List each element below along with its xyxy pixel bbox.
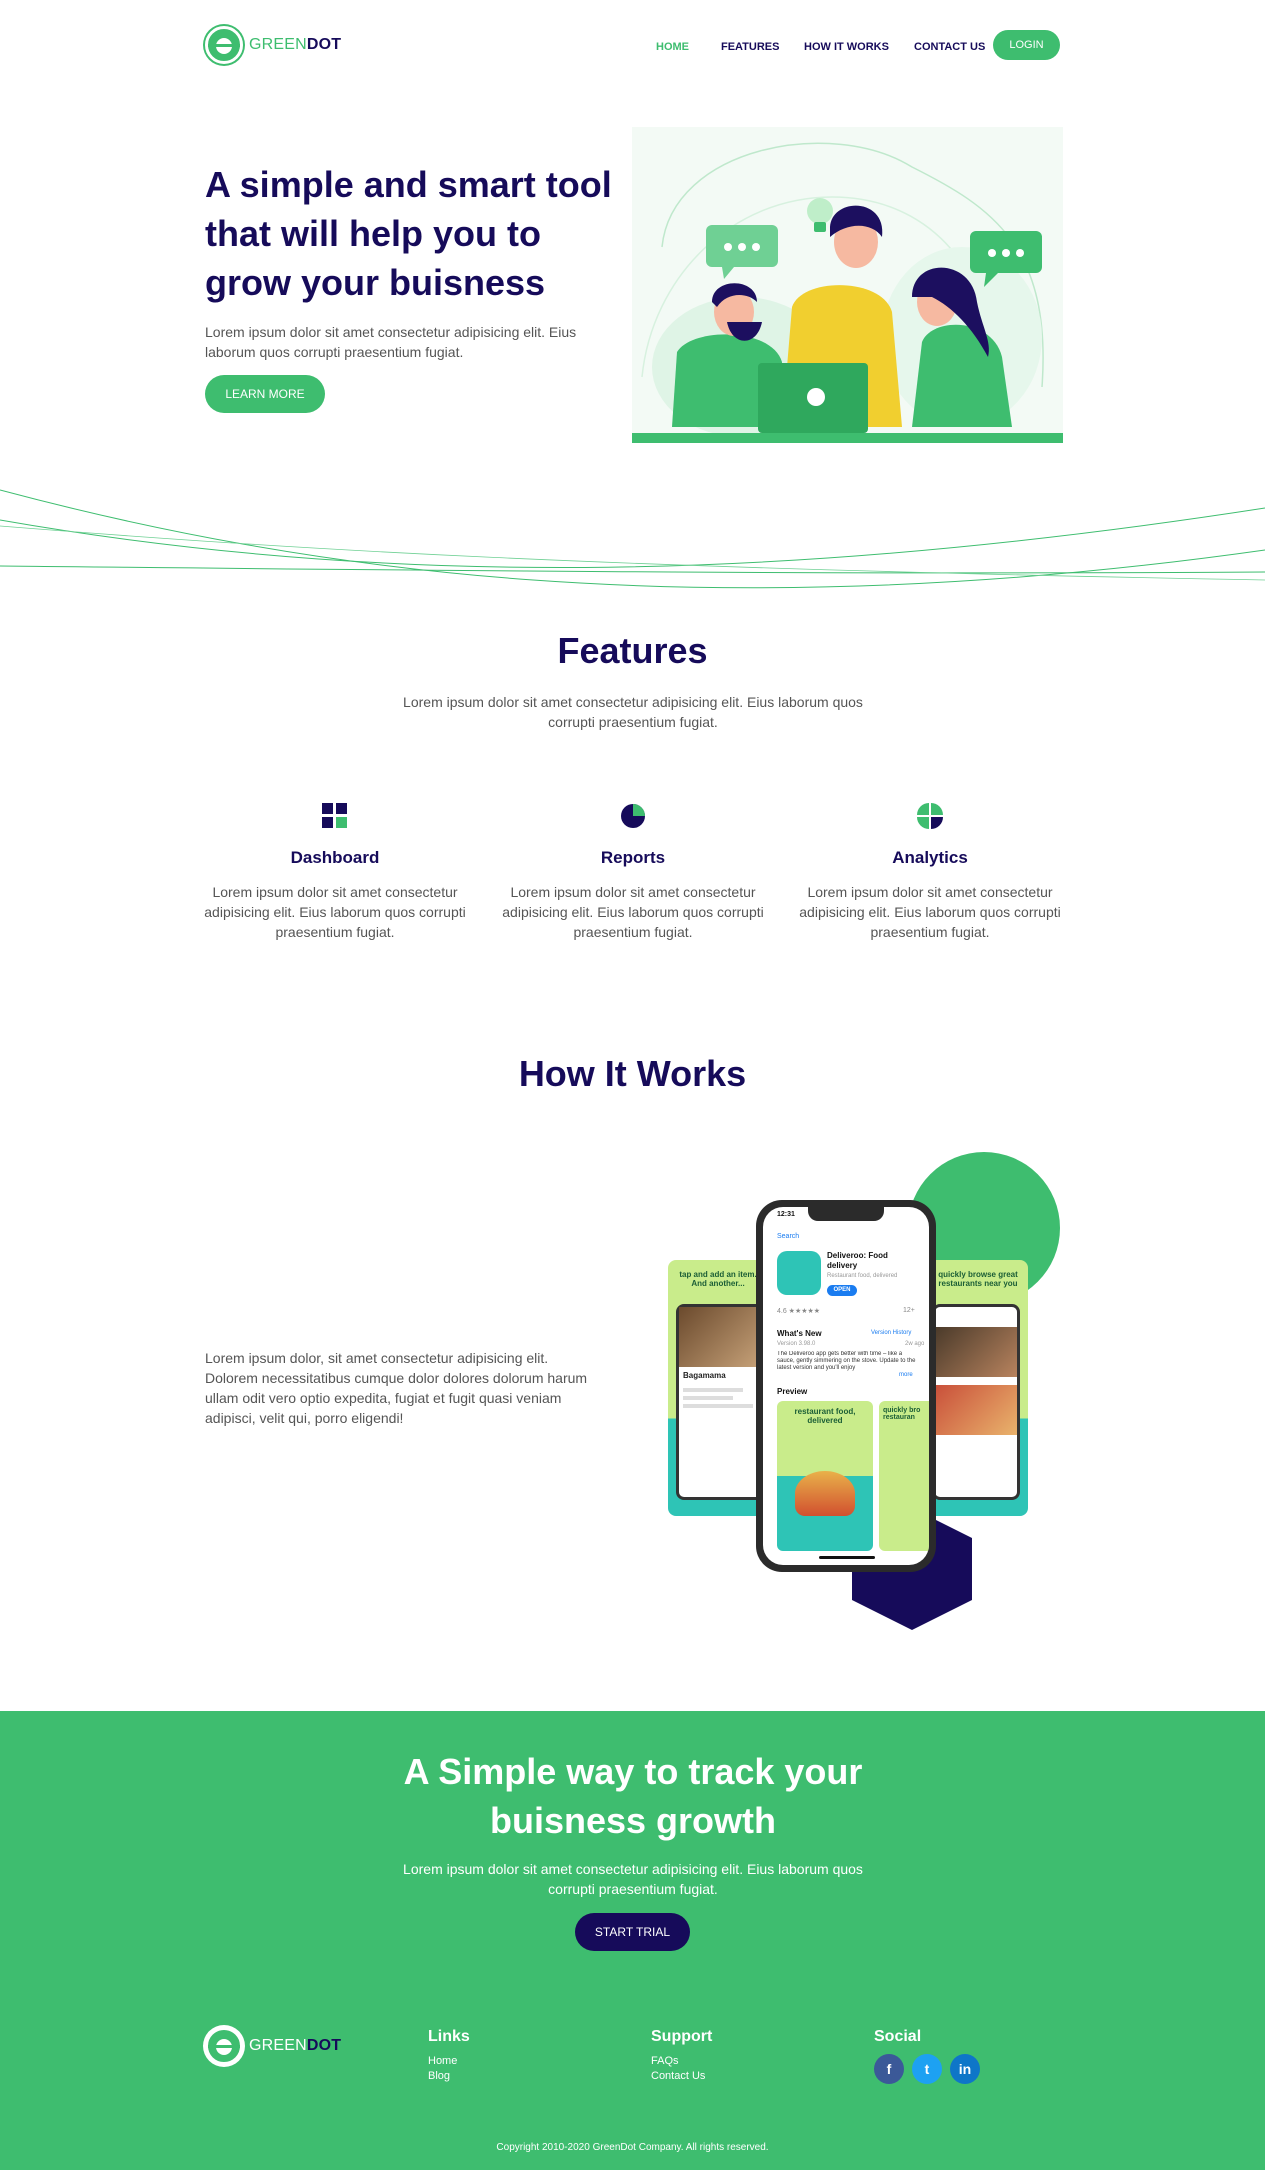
hero-illustration [632, 127, 1063, 443]
app-rating: 4.6 ★★★★★ [777, 1308, 821, 1315]
phone-back-link: Search [777, 1233, 800, 1240]
footer-social-title: Social [874, 2028, 922, 2045]
footer-link-blog[interactable]: Blog [428, 2069, 470, 2084]
feature-title: Analytics [892, 848, 968, 867]
logo-icon [205, 26, 243, 64]
app-showcase: tap and add an item. And another... Baga… [668, 1150, 1068, 1630]
twitter-icon[interactable]: t [912, 2054, 942, 2084]
brand-name-part1: GREEN [249, 36, 307, 53]
decorative-waves [0, 489, 1265, 589]
version-ago: 2w ago [905, 1341, 925, 1347]
feature-title: Reports [600, 848, 666, 867]
features-text: Lorem ipsum dolor sit amet consectetur a… [403, 694, 863, 730]
pie-chart-icon [621, 804, 645, 828]
brand-logo[interactable]: GREENDOT [205, 26, 341, 64]
feature-card-dashboard: Dashboard Lorem ipsum dolor sit amet con… [200, 803, 470, 942]
preview-card-right: quickly browse great restaurants near yo… [928, 1260, 1028, 1516]
preview-screen-main: restaurant food, delivered [777, 1401, 873, 1551]
brand-name: GREENDOT [249, 36, 341, 54]
app-age: 12+ [903, 1307, 915, 1314]
start-trial-button[interactable]: START TRIAL [575, 1913, 690, 1951]
more-link[interactable]: more [899, 1372, 913, 1378]
nav-contact-us[interactable]: CONTACT US [914, 41, 985, 53]
linkedin-icon[interactable]: in [950, 2054, 980, 2084]
version-label: Version 3.98.0 [777, 1341, 816, 1347]
logo-icon [205, 2027, 243, 2065]
feature-card-reports: Reports Lorem ipsum dolor sit amet conse… [498, 803, 768, 942]
whats-new-title: What's New [777, 1329, 822, 1338]
nav-home[interactable]: HOME [656, 41, 689, 53]
preview-screen-caption: restaurant food, delivered [794, 1407, 856, 1425]
hero-title: A simple and smart tool that will help y… [205, 164, 612, 303]
feature-title: Dashboard [290, 848, 380, 867]
nav-how-it-works[interactable]: HOW IT WORKS [804, 41, 889, 53]
login-button[interactable]: LOGIN [993, 30, 1060, 60]
release-notes: The Deliveroo app gets better with time … [777, 1351, 916, 1371]
how-it-works-title: How It Works [518, 1053, 747, 1094]
preview-card-left: tap and add an item. And another... Baga… [668, 1260, 768, 1516]
brand-name-part2: DOT [306, 2037, 342, 2054]
app-icon [777, 1251, 821, 1295]
feature-text: Lorem ipsum dolor sit amet consectetur a… [502, 884, 764, 940]
app-subtitle: Restaurant food, delivered [827, 1273, 898, 1279]
feature-text: Lorem ipsum dolor sit amet consectetur a… [799, 884, 1061, 940]
footer-link-home[interactable]: Home [428, 2054, 470, 2069]
version-history-link[interactable]: Version History [871, 1330, 911, 1336]
preview-screen-second-caption: quickly bro restauran [883, 1407, 921, 1421]
nav-features[interactable]: FEATURES [721, 41, 779, 53]
preview-card-left-caption: tap and add an item. And another... [679, 1270, 757, 1288]
footer-links-title: Links [428, 2028, 470, 2045]
footer-support-title: Support [651, 2028, 713, 2045]
copyright-text: Copyright 2010-2020 GreenDot Company. Al… [496, 2142, 769, 2153]
cta-text: Lorem ipsum dolor sit amet consectetur a… [403, 1861, 863, 1897]
learn-more-button[interactable]: LEARN MORE [205, 375, 325, 413]
app-name: Deliveroo: Food delivery [827, 1251, 888, 1270]
facebook-icon[interactable]: f [874, 2054, 904, 2084]
footer-links-column: Links Home Blog [428, 2028, 470, 2084]
footer-link-contact-us[interactable]: Contact Us [651, 2069, 712, 2084]
how-it-works-text: Lorem ipsum dolor, sit amet consectetur … [205, 1350, 588, 1426]
preview-card-right-caption: quickly browse great restaurants near yo… [938, 1270, 1018, 1288]
brand-name-part2: DOT [306, 36, 342, 53]
phone-mockup: 12:31 Search Deliveroo: Food delivery Re… [756, 1200, 936, 1572]
footer-support-column: Support FAQs Contact Us [651, 2028, 712, 2084]
hero-text: Lorem ipsum dolor sit amet consectetur a… [205, 324, 577, 360]
cta-title: A Simple way to track your buisness grow… [403, 1751, 863, 1841]
left-restaurant-name: Bagamama [683, 1371, 726, 1380]
analytics-icon [917, 803, 943, 829]
open-button[interactable]: OPEN [827, 1285, 857, 1296]
preview-screen-second: quickly bro restauran [879, 1401, 929, 1551]
preview-label: Preview [777, 1387, 808, 1396]
social-icons: f t in [874, 2054, 988, 2084]
feature-card-analytics: Analytics Lorem ipsum dolor sit amet con… [795, 803, 1065, 942]
footer-link-faqs[interactable]: FAQs [651, 2054, 712, 2069]
footer-brand-name: GREENDOT [249, 2037, 341, 2055]
dashboard-icon [322, 803, 347, 828]
footer-logo[interactable]: GREENDOT [205, 2027, 341, 2065]
footer-social-column: Social f t in [874, 2028, 988, 2084]
features-title: Features [557, 630, 708, 671]
brand-name-part1: GREEN [249, 2037, 307, 2054]
phone-time: 12:31 [777, 1211, 795, 1218]
cta-footer-band: A Simple way to track your buisness grow… [0, 1711, 1265, 2170]
feature-text: Lorem ipsum dolor sit amet consectetur a… [204, 884, 466, 940]
